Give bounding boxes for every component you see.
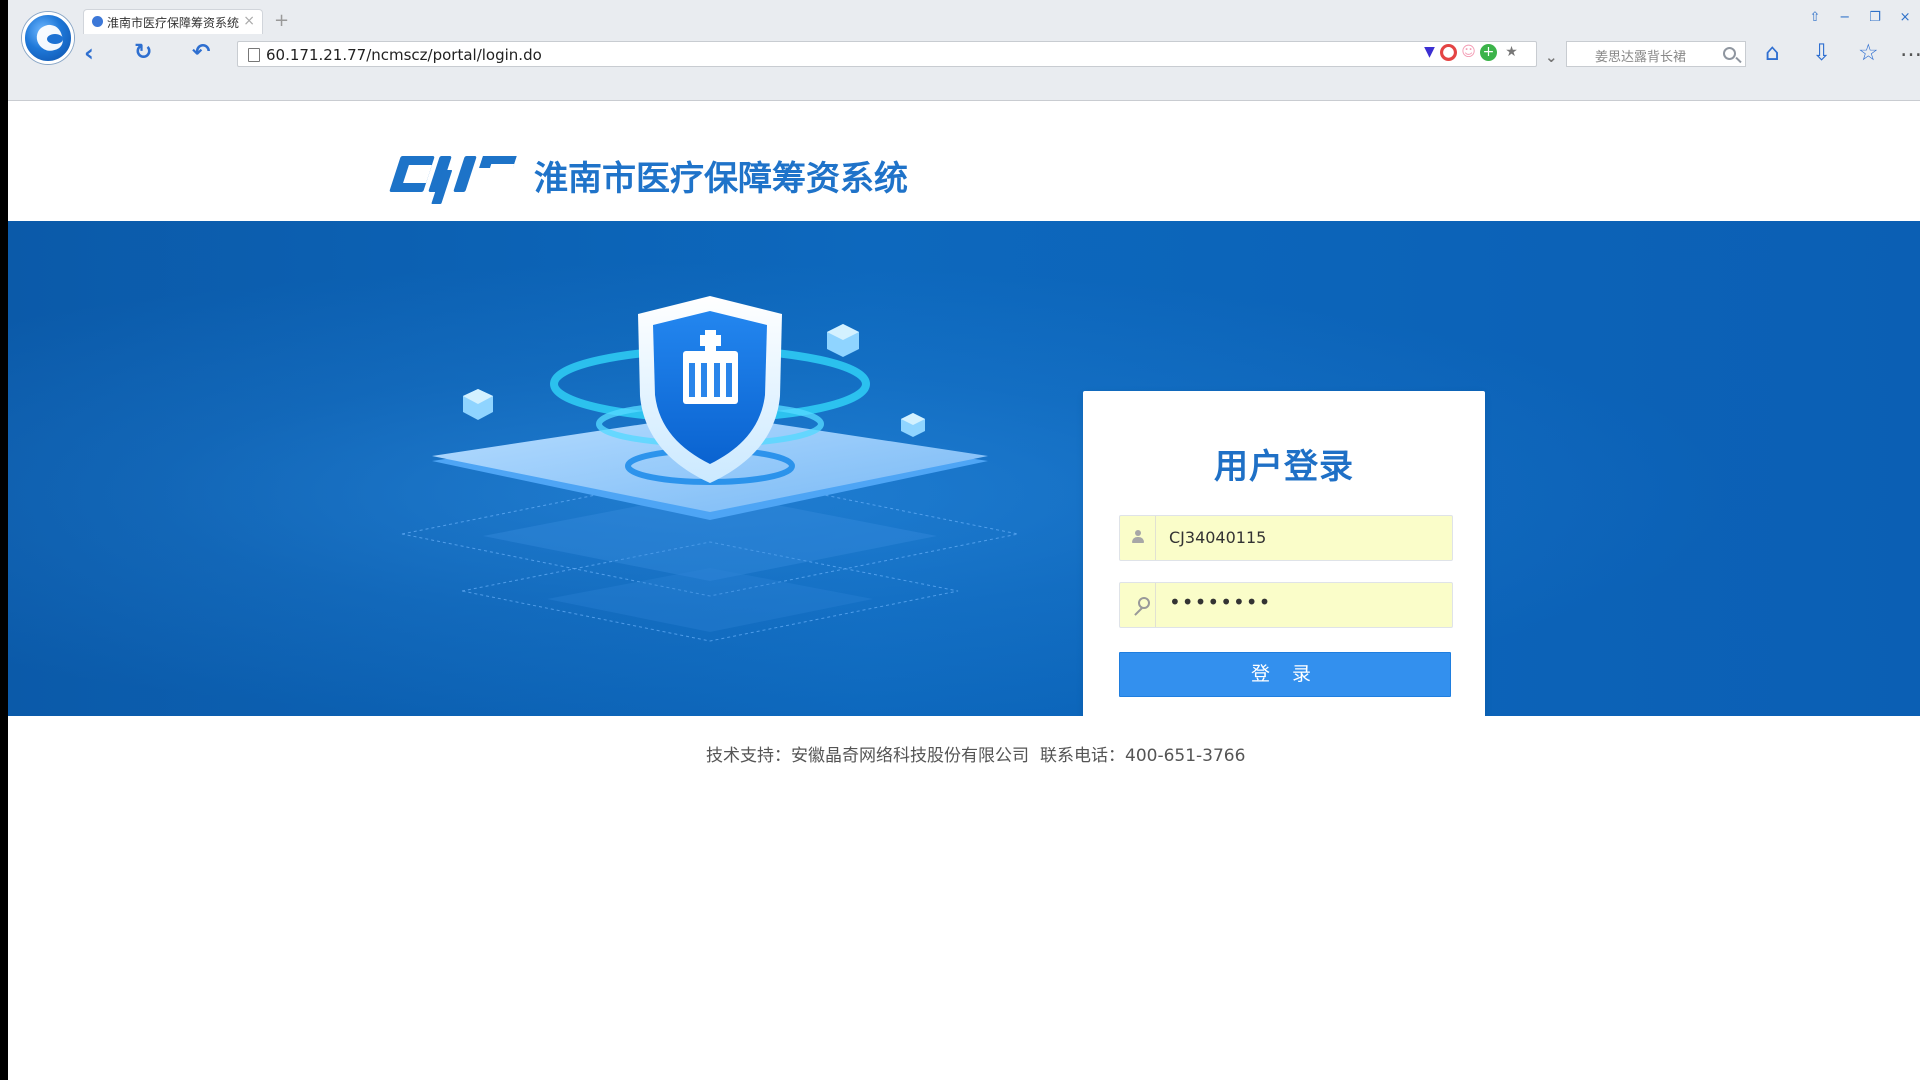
page-footer: 技术支持：安徽晶奇网络科技股份有限公司 联系电话：400-651-3766 xyxy=(8,716,1920,1080)
favorite-star-icon[interactable]: ☆ xyxy=(1858,41,1879,65)
technical-support-text: 技术支持：安徽晶奇网络科技股份有限公司 xyxy=(706,746,1029,766)
page-icon xyxy=(248,48,260,62)
login-page: 淮南市医疗保障筹资系统 用户登录 CJ34040115 •••••••• 登 录… xyxy=(8,101,1920,1080)
username-field[interactable]: CJ34040115 xyxy=(1119,515,1453,561)
window-skin-icon[interactable]: ⇧ xyxy=(1809,10,1820,30)
login-button[interactable]: 登 录 xyxy=(1119,652,1451,697)
browser-chrome: 淮南市医疗保障筹资系统 × + ⇧ − ❐ × ‹ ↻ ↶ 60.171.21.… xyxy=(8,0,1920,101)
address-text[interactable]: 60.171.21.77/ncmscz/portal/login.do xyxy=(266,46,542,64)
hero-login-band: 用户登录 CJ34040115 •••••••• 登 录 xyxy=(8,221,1920,716)
key-icon xyxy=(1131,597,1150,612)
password-field[interactable]: •••••••• xyxy=(1119,582,1453,628)
medical-security-illustration xyxy=(401,296,1019,642)
user-icon xyxy=(1132,530,1144,543)
site-favicon-icon xyxy=(92,16,103,27)
login-title: 用户登录 xyxy=(1214,447,1354,487)
window-restore-icon[interactable]: ❐ xyxy=(1869,10,1881,30)
search-icon[interactable] xyxy=(1723,47,1736,60)
vpn-extension-icon[interactable]: ▼ xyxy=(1421,44,1438,61)
refresh-icon[interactable]: ↻ xyxy=(134,41,152,65)
record-extension-icon[interactable]: ● xyxy=(1440,44,1457,61)
system-header: 淮南市医疗保障筹资系统 xyxy=(8,101,1920,221)
bottom-plate xyxy=(547,568,873,632)
contact-phone-text: 联系电话：400-651-3766 xyxy=(1040,746,1246,766)
browser-screen: 淮南市医疗保障筹资系统 × + ⇧ − ❐ × ‹ ↻ ↶ 60.171.21.… xyxy=(0,0,1920,1080)
username-value[interactable]: CJ34040115 xyxy=(1169,528,1266,547)
active-browser-tab[interactable]: 淮南市医疗保障筹资系统 × xyxy=(83,9,263,34)
password-icon-cell xyxy=(1120,583,1156,627)
browser-search-box[interactable]: 姜思达露背长裙 xyxy=(1566,41,1746,67)
rating-star-icon[interactable]: ★ xyxy=(1503,44,1520,61)
login-card: 用户登录 CJ34040115 •••••••• 登 录 xyxy=(1083,391,1485,716)
add-extension-icon[interactable]: + xyxy=(1480,44,1497,61)
username-icon-cell xyxy=(1120,516,1156,560)
more-icon[interactable]: … xyxy=(1900,38,1920,62)
password-value[interactable]: •••••••• xyxy=(1169,590,1271,614)
extension-icons: ▼ ● ☺ + ★ xyxy=(1421,44,1531,64)
undo-icon[interactable]: ↶ xyxy=(192,41,210,65)
tab-close-icon[interactable]: × xyxy=(243,13,255,29)
chs-logo-c-letter xyxy=(389,156,435,192)
new-tab-button[interactable]: + xyxy=(274,10,289,31)
system-title: 淮南市医疗保障筹资系统 xyxy=(534,159,908,199)
dropdown-arrow-icon[interactable]: ⌄ xyxy=(1545,45,1558,69)
left-black-edge xyxy=(0,0,8,1080)
window-minimize-icon[interactable]: − xyxy=(1839,10,1850,30)
window-close-icon[interactable]: × xyxy=(1900,10,1911,30)
address-bar[interactable]: 60.171.21.77/ncmscz/portal/login.do xyxy=(237,41,1537,67)
chs-logo xyxy=(389,156,513,192)
cat-extension-icon[interactable]: ☺ xyxy=(1460,44,1477,61)
browser-logo-icon[interactable] xyxy=(22,12,74,64)
tab-title: 淮南市医疗保障筹资系统 xyxy=(107,15,240,30)
search-placeholder: 姜思达露背长裙 xyxy=(1595,50,1687,65)
lock-icon[interactable]: ⌂ xyxy=(1765,41,1780,65)
download-icon[interactable]: ⇩ xyxy=(1812,41,1831,65)
back-icon[interactable]: ‹ xyxy=(84,41,94,65)
window-controls: ⇧ − ❐ × xyxy=(1800,10,1920,30)
